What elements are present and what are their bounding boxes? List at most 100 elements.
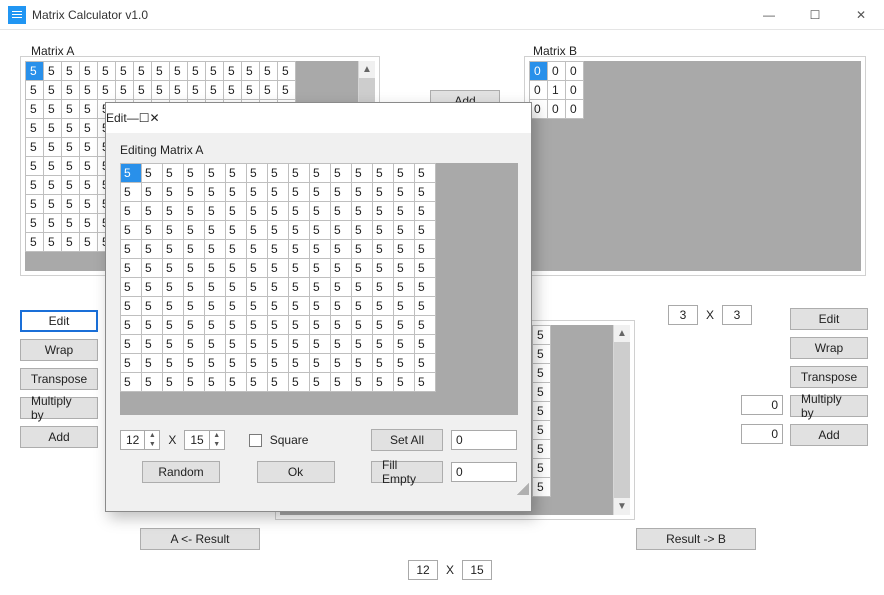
grid-cell[interactable]: 5 — [226, 183, 247, 202]
grid-cell[interactable]: 5 — [331, 259, 352, 278]
set-all-button[interactable]: Set All — [371, 429, 443, 451]
grid-cell[interactable]: 5 — [268, 183, 289, 202]
grid-cell[interactable]: 5 — [394, 183, 415, 202]
maximize-button[interactable]: ☐ — [792, 0, 838, 30]
square-checkbox[interactable] — [249, 434, 262, 447]
random-button[interactable]: Random — [142, 461, 220, 483]
grid-cell[interactable]: 5 — [310, 316, 331, 335]
grid-cell[interactable]: 5 — [373, 183, 394, 202]
grid-cell[interactable]: 1 — [548, 81, 566, 100]
grid-cell[interactable]: 5 — [533, 383, 551, 402]
matrix-b-wrap-button[interactable]: Wrap — [790, 337, 868, 359]
grid-cell[interactable]: 5 — [268, 316, 289, 335]
grid-cell[interactable]: 5 — [224, 81, 242, 100]
grid-cell[interactable]: 5 — [278, 81, 296, 100]
grid-cell[interactable]: 5 — [26, 195, 44, 214]
grid-cell[interactable]: 5 — [26, 138, 44, 157]
grid-cell[interactable]: 5 — [62, 138, 80, 157]
grid-cell[interactable]: 5 — [331, 202, 352, 221]
grid-cell[interactable]: 5 — [331, 221, 352, 240]
grid-cell[interactable]: 5 — [224, 62, 242, 81]
grid-cell[interactable]: 5 — [205, 335, 226, 354]
matrix-b-add-button[interactable]: Add — [790, 424, 868, 446]
grid-cell[interactable]: 5 — [80, 214, 98, 233]
grid-cell[interactable]: 5 — [268, 297, 289, 316]
result-rows-field[interactable]: 12 — [408, 560, 438, 580]
grid-cell[interactable]: 5 — [44, 214, 62, 233]
grid-cell[interactable]: 5 — [163, 240, 184, 259]
grid-cell[interactable]: 5 — [121, 354, 142, 373]
grid-cell[interactable]: 5 — [98, 62, 116, 81]
grid-cell[interactable]: 5 — [26, 119, 44, 138]
grid-cell[interactable]: 5 — [247, 316, 268, 335]
grid-cell[interactable]: 5 — [247, 373, 268, 392]
grid-cell[interactable]: 5 — [142, 202, 163, 221]
grid-cell[interactable]: 5 — [226, 316, 247, 335]
grid-cell[interactable]: 5 — [163, 202, 184, 221]
grid-cell[interactable]: 5 — [415, 278, 436, 297]
grid-cell[interactable]: 5 — [142, 221, 163, 240]
grid-cell[interactable]: 5 — [184, 297, 205, 316]
grid-cell[interactable]: 5 — [268, 373, 289, 392]
grid-cell[interactable]: 5 — [268, 335, 289, 354]
grid-cell[interactable]: 0 — [566, 100, 584, 119]
grid-cell[interactable]: 5 — [289, 183, 310, 202]
matrix-b-grid[interactable]: 000010000 — [529, 61, 861, 271]
grid-cell[interactable]: 5 — [415, 316, 436, 335]
grid-cell[interactable]: 5 — [44, 157, 62, 176]
grid-cell[interactable]: 0 — [566, 81, 584, 100]
grid-cell[interactable]: 5 — [268, 278, 289, 297]
grid-cell[interactable]: 5 — [163, 354, 184, 373]
grid-cell[interactable]: 5 — [533, 345, 551, 364]
grid-cell[interactable]: 5 — [184, 354, 205, 373]
grid-cell[interactable]: 5 — [116, 81, 134, 100]
grid-cell[interactable]: 5 — [205, 164, 226, 183]
grid-cell[interactable]: 5 — [142, 354, 163, 373]
grid-cell[interactable]: 5 — [373, 164, 394, 183]
minimize-button[interactable]: — — [746, 0, 792, 30]
grid-cell[interactable]: 5 — [415, 373, 436, 392]
grid-cell[interactable]: 5 — [226, 221, 247, 240]
grid-cell[interactable]: 5 — [205, 240, 226, 259]
grid-cell[interactable]: 5 — [205, 297, 226, 316]
grid-cell[interactable]: 5 — [310, 278, 331, 297]
grid-cell[interactable]: 5 — [163, 183, 184, 202]
matrix-b-multiply-field[interactable]: 0 — [741, 395, 783, 415]
grid-cell[interactable]: 5 — [394, 316, 415, 335]
resize-grip-icon[interactable] — [517, 483, 529, 495]
grid-cell[interactable]: 0 — [566, 62, 584, 81]
grid-cell[interactable]: 5 — [247, 164, 268, 183]
grid-cell[interactable]: 5 — [163, 335, 184, 354]
grid-cell[interactable]: 5 — [121, 164, 142, 183]
grid-cell[interactable]: 5 — [62, 100, 80, 119]
grid-cell[interactable]: 5 — [226, 202, 247, 221]
grid-cell[interactable]: 5 — [188, 81, 206, 100]
grid-cell[interactable]: 5 — [373, 354, 394, 373]
grid-cell[interactable]: 5 — [184, 164, 205, 183]
edit-dialog-titlebar[interactable]: Edit — ☐ ✕ — [106, 103, 531, 133]
grid-cell[interactable]: 5 — [289, 297, 310, 316]
grid-cell[interactable]: 5 — [205, 202, 226, 221]
grid-cell[interactable]: 5 — [394, 335, 415, 354]
grid-cell[interactable]: 5 — [289, 335, 310, 354]
matrix-a-edit-button[interactable]: Edit — [20, 310, 98, 332]
grid-cell[interactable]: 5 — [26, 62, 44, 81]
grid-cell[interactable]: 5 — [163, 373, 184, 392]
grid-cell[interactable]: 5 — [415, 240, 436, 259]
grid-cell[interactable]: 5 — [533, 402, 551, 421]
grid-cell[interactable]: 5 — [80, 62, 98, 81]
grid-cell[interactable]: 5 — [121, 183, 142, 202]
matrix-b-multiply-button[interactable]: Multiply by — [790, 395, 868, 417]
scroll-up-icon[interactable]: ▲ — [359, 61, 375, 78]
grid-cell[interactable]: 0 — [530, 62, 548, 81]
grid-cell[interactable]: 5 — [373, 240, 394, 259]
matrix-b-rows-field[interactable]: 3 — [668, 305, 698, 325]
matrix-b-edit-button[interactable]: Edit — [790, 308, 868, 330]
chevron-up-icon[interactable]: ▲ — [145, 431, 159, 440]
grid-cell[interactable]: 5 — [44, 176, 62, 195]
grid-cell[interactable]: 5 — [533, 440, 551, 459]
grid-cell[interactable]: 5 — [184, 221, 205, 240]
matrix-b-add-field[interactable]: 0 — [741, 424, 783, 444]
grid-cell[interactable]: 5 — [352, 240, 373, 259]
matrix-a-transpose-button[interactable]: Transpose — [20, 368, 98, 390]
